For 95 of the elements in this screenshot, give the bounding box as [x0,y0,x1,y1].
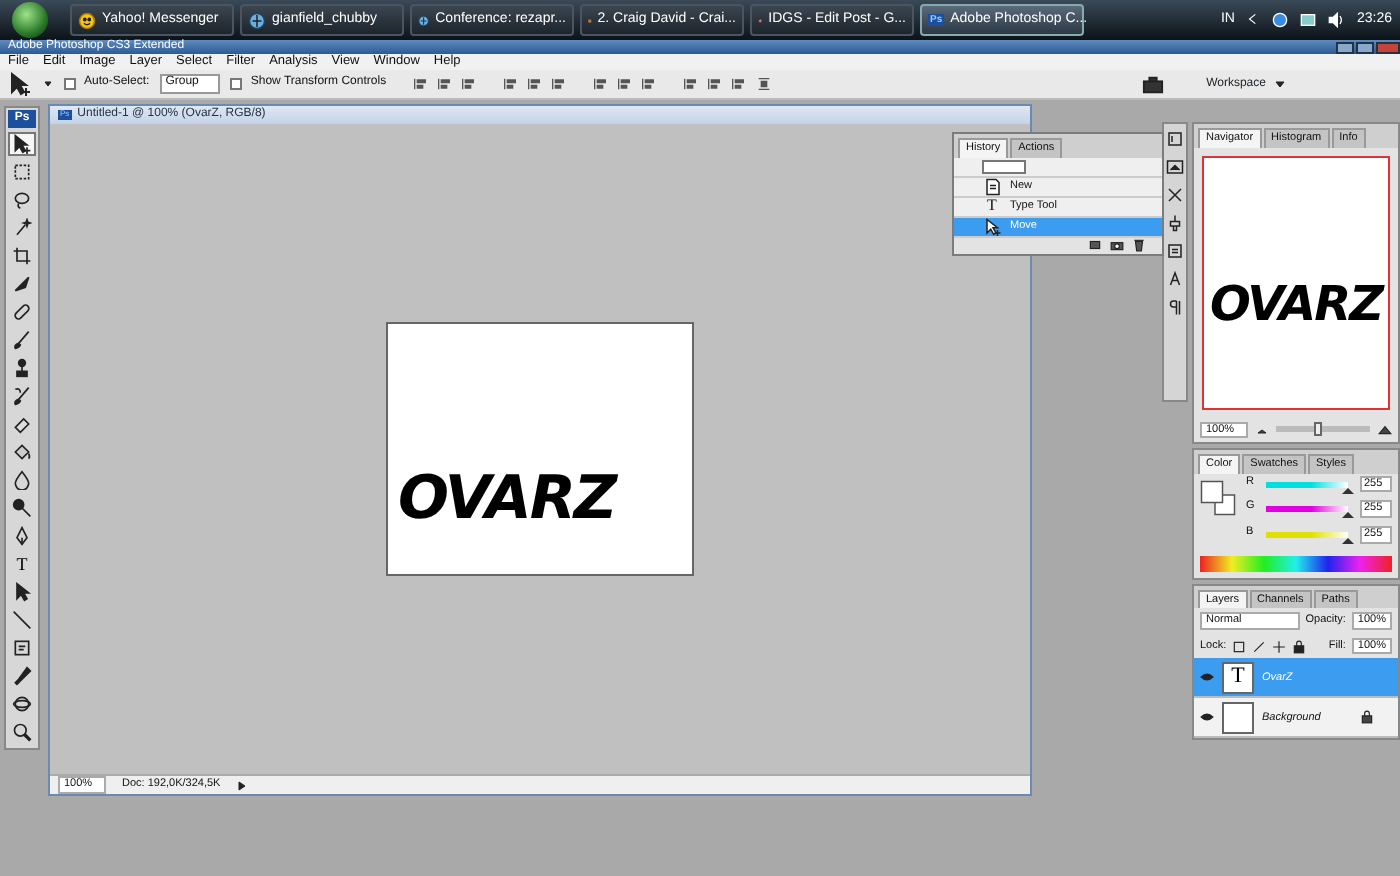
align-icon[interactable] [706,76,723,92]
network-icon[interactable] [1272,11,1289,28]
orbit-icon [12,694,32,714]
tool-button[interactable] [8,720,36,744]
eyedropper-icon [12,666,32,686]
wand-icon [12,218,32,238]
pen-icon [12,526,32,546]
align-icon[interactable] [436,76,453,92]
dodge-icon [12,498,32,518]
panel-icon[interactable] [1166,270,1184,288]
bandage-icon [12,302,32,322]
eye-icon[interactable] [1200,710,1214,725]
distribute-icon[interactable] [756,76,773,92]
slider-thumb[interactable] [1342,512,1354,519]
checkbox[interactable] [64,78,76,90]
close-button[interactable] [1376,41,1400,53]
brush-icon[interactable] [1252,639,1267,654]
lasso-icon [12,190,32,210]
slider-thumb[interactable] [1342,487,1354,494]
maximize-button[interactable] [1356,41,1374,53]
tool-button[interactable] [8,608,36,632]
globe-icon [248,11,266,29]
brush-icon [12,330,32,350]
caret-icon[interactable] [42,78,54,90]
drop-icon [12,470,32,490]
arrow-icon [12,582,32,602]
align-icon[interactable] [730,76,747,92]
align-icon[interactable] [502,76,519,92]
camera-icon[interactable] [1110,238,1124,253]
move-arrow-icon [983,217,1001,236]
bucket-icon [12,442,32,462]
type-icon: T [982,196,1002,216]
color-slider[interactable] [1265,531,1348,538]
color-spectrum[interactable] [1200,555,1392,572]
tool-button[interactable] [8,132,36,156]
tool-button[interactable] [8,496,36,520]
tool-button[interactable] [8,300,36,324]
trash-icon[interactable] [1132,238,1146,253]
brush-icon [12,386,32,406]
color-slider[interactable] [1265,481,1348,488]
panel-icon[interactable] [1166,214,1184,232]
search-icon [12,722,32,742]
move-icon[interactable] [1272,639,1287,654]
monitor-icon[interactable] [1300,11,1317,28]
zoom-in-icon[interactable] [1378,422,1392,437]
start-button[interactable] [12,2,48,38]
play-icon[interactable] [236,779,249,791]
panel-icon[interactable] [1166,130,1184,148]
stamp-icon [12,358,32,378]
layer-thumbnail [1222,701,1254,734]
move-arrow-icon [12,134,32,154]
note-icon [12,638,32,658]
volume-icon[interactable] [1328,11,1345,28]
minimize-button[interactable] [1336,41,1354,53]
lock-icon[interactable] [1292,639,1307,654]
align-icon[interactable] [616,76,633,92]
color-slider[interactable] [1266,506,1348,513]
slider-thumb[interactable] [1314,422,1323,437]
chevron-icon[interactable] [1246,12,1261,27]
knife-icon [12,274,32,294]
color-swatch-icon[interactable] [1200,479,1236,516]
smiley-icon [78,11,96,29]
align-icon[interactable] [682,76,699,92]
slider-thumb[interactable] [1342,537,1354,544]
document-icon[interactable] [1088,238,1102,253]
align-icon[interactable] [592,76,609,92]
align-icon[interactable] [412,76,429,92]
caret-icon[interactable] [1273,78,1286,90]
lock-pixels-icon[interactable] [1232,639,1247,654]
tool-button[interactable] [8,692,36,716]
tool-button[interactable] [8,664,36,688]
align-icon[interactable] [550,76,567,92]
align-icon[interactable] [526,76,543,92]
preview-text: OVARZ [1210,279,1382,328]
checkbox[interactable] [230,78,243,90]
line-icon [12,610,32,630]
panel-icon[interactable] [1166,158,1184,176]
crop-icon [12,246,32,266]
panel-icon[interactable] [1166,242,1184,260]
document-icon [983,177,1001,196]
history-row[interactable] [954,157,1162,178]
canvas-text: OVARZ [398,470,616,530]
tool-button[interactable] [8,244,36,268]
camera-icon[interactable] [1142,73,1165,95]
panel-icon[interactable] [1166,298,1184,316]
globe-icon [418,11,430,29]
eraser-icon [12,414,32,434]
layer-thumbnail: T [1222,661,1254,694]
align-icon[interactable] [640,76,657,92]
move-arrow-icon[interactable] [8,72,32,96]
panel-icon[interactable] [1166,186,1184,204]
align-icon[interactable] [460,76,477,92]
tool-button[interactable]: T [8,552,36,576]
dashed-rectangle-icon [12,162,32,182]
zoom-slider[interactable] [1276,426,1370,433]
